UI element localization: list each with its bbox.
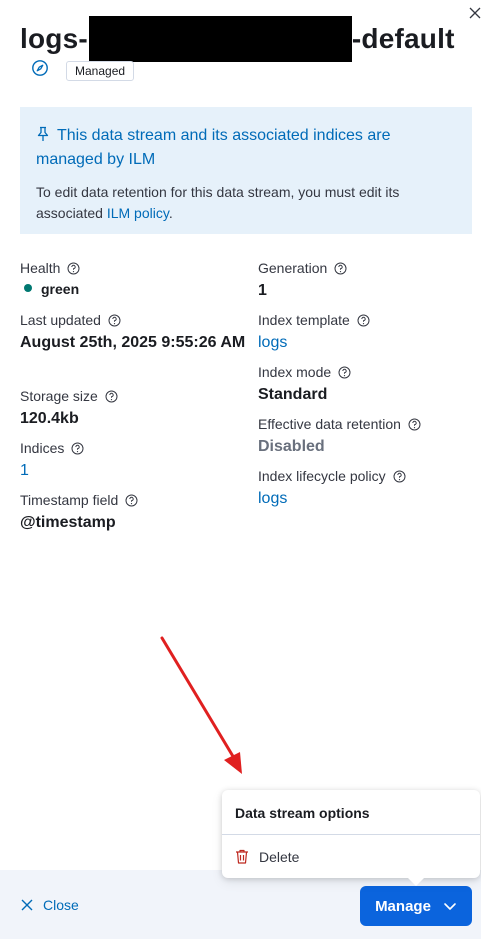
question-icon[interactable] [67,262,80,275]
delete-label: Delete [259,848,300,865]
callout-title: This data stream and its associated indi… [36,124,456,172]
popover-arrow [407,877,425,886]
field-label: Last updated [20,312,101,328]
field-indices: Indices 1 [20,438,84,484]
ilm-policy-link[interactable]: ILM policy [107,205,169,221]
question-icon[interactable] [338,366,351,379]
field-index-template: Index template logs [258,310,370,356]
close-button[interactable]: Close [21,897,79,913]
close-label: Close [43,897,79,913]
redacted-block [88,16,352,62]
ilm-callout: This data stream and its associated indi… [20,107,472,234]
question-icon[interactable] [334,262,347,275]
cross-icon [21,899,33,911]
field-label: Effective data retention [258,416,401,432]
field-generation: Generation 1 [258,258,347,304]
field-label: Storage size [20,388,98,404]
field-label: Index template [258,312,350,328]
field-label: Generation [258,260,328,276]
field-index-mode: Index mode Standard [258,362,351,408]
question-icon[interactable] [125,494,138,507]
field-lifecycle-policy: Index lifecycle policy logs [258,466,406,512]
indices-link[interactable]: 1 [20,458,84,484]
field-label: Indices [20,440,65,456]
field-label: Timestamp field [20,492,119,508]
chevron-down-icon [444,903,456,910]
field-label: Index lifecycle policy [258,468,386,484]
field-health: Health green [20,258,80,299]
manage-label: Manage [375,897,431,915]
callout-body-end: . [168,205,173,221]
managed-badge: Managed [66,61,135,81]
title-prefix: logs- [20,23,88,54]
field-data-retention: Effective data retention Disabled [258,414,421,460]
field-timestamp: Timestamp field @timestamp [20,490,138,536]
question-icon[interactable] [71,442,84,455]
generation-value: 1 [258,282,267,299]
title-suffix: -default [351,23,455,54]
trash-icon [236,849,248,864]
last-updated-value: August 25th, 2025 9:55:26 AM [20,334,246,351]
pin-icon [37,126,49,141]
callout-body-text: To edit data retention for this data str… [36,184,400,221]
field-storage-size: Storage size 120.4kb [20,386,118,432]
question-icon[interactable] [357,314,370,327]
callout-title-text: This data stream and its associated indi… [36,127,391,168]
timestamp-value: @timestamp [20,514,116,531]
index-mode-value: Standard [258,386,328,403]
storage-size-value: 120.4kb [20,410,79,427]
question-icon[interactable] [408,418,421,431]
index-template-link[interactable]: logs [258,330,370,356]
data-stream-flyout: logs- -default Managed This data stream a… [0,0,481,939]
data-retention-value: Disabled [258,438,325,455]
field-last-updated: Last updated August 25th, 2025 9:55:26 A… [20,310,250,356]
question-icon[interactable] [105,390,118,403]
health-status-dot [24,284,32,292]
question-icon[interactable] [393,470,406,483]
field-label: Index mode [258,364,332,380]
health-value: green [41,281,80,297]
compass-icon[interactable] [31,59,49,77]
delete-menu-item[interactable]: Delete [222,835,480,878]
question-icon[interactable] [108,314,121,327]
close-icon[interactable] [468,6,481,20]
popover-title: Data stream options [222,790,480,835]
callout-body: To edit data retention for this data str… [36,182,456,224]
manage-popover: Data stream options Delete [222,790,480,886]
manage-button[interactable]: Manage [360,886,472,926]
flyout-title: logs- -default [20,16,455,62]
field-label: Health [20,260,61,276]
lifecycle-policy-link[interactable]: logs [258,486,406,512]
